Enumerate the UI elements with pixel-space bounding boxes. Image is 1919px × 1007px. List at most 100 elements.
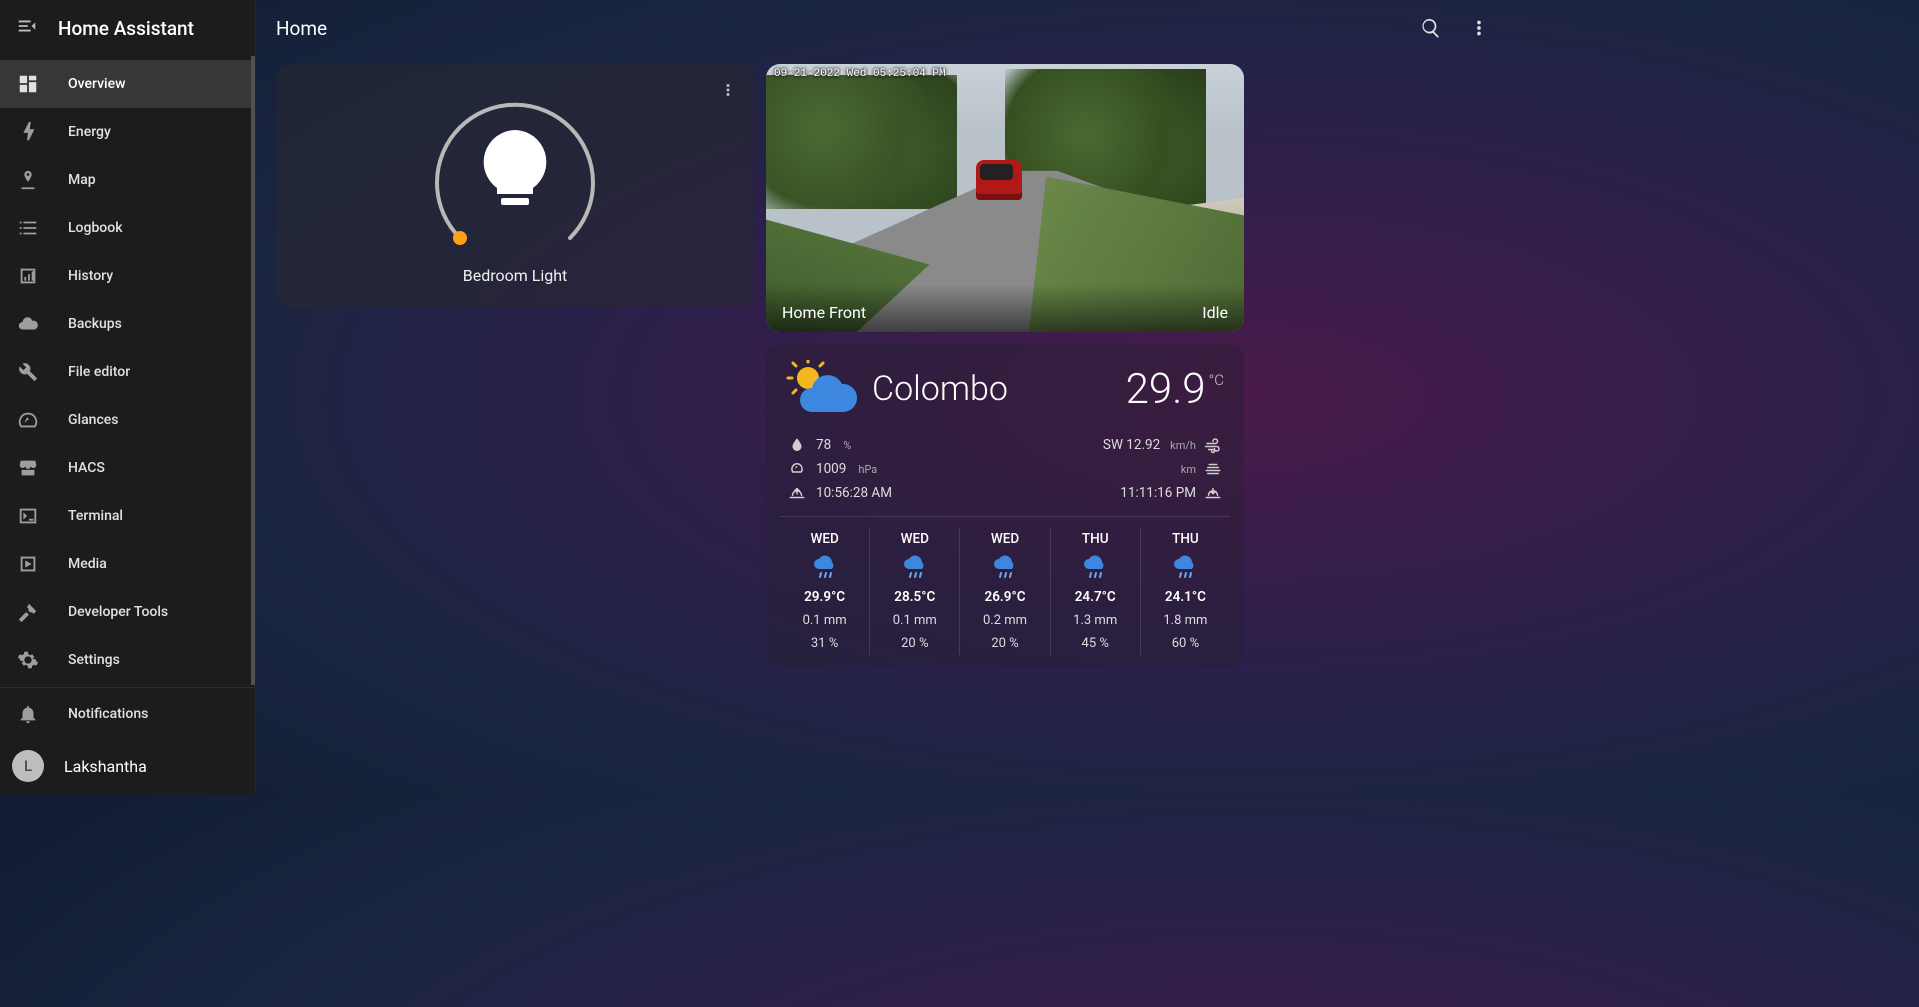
forecast-precip: 0.1 mm	[782, 613, 867, 628]
forecast-humidity: 20 %	[962, 636, 1047, 651]
forecast-precip: 0.2 mm	[962, 613, 1047, 628]
sidebar-item-label: Terminal	[68, 508, 123, 524]
chart-bar-icon	[16, 265, 40, 287]
light-dial[interactable]	[420, 88, 610, 258]
sidebar-item-map[interactable]: Map	[0, 156, 251, 204]
forecast-day: WED 26.9°C 0.2 mm 20 %	[960, 527, 1050, 655]
lightbulb-icon	[484, 130, 547, 205]
weather-wind: SW 12.92km/h	[1015, 436, 1222, 454]
humidity-icon	[788, 436, 806, 454]
forecast-day-name: WED	[962, 531, 1047, 547]
sidebar-item-notifications[interactable]: Notifications	[0, 690, 255, 738]
weather-top: Colombo 29.9 °C	[780, 360, 1230, 432]
list-icon	[16, 217, 40, 239]
sunrise-icon	[788, 484, 806, 502]
sidebar-item-label: HACS	[68, 460, 105, 476]
search-icon	[1420, 17, 1442, 39]
weather-forecast: WED 29.9°C 0.1 mm 31 % WED 28.5°C 0.1 mm…	[780, 516, 1230, 655]
weather-temp: 29.9 °C	[1126, 365, 1224, 414]
forecast-humidity: 20 %	[872, 636, 957, 651]
sidebar-user[interactable]: L Lakshantha	[0, 738, 255, 794]
light-card[interactable]: Bedroom Light	[276, 64, 754, 308]
weather-meta: 78% SW 12.92km/h 1009hPa km	[780, 432, 1230, 516]
sidebar-item-glances[interactable]: Glances	[0, 396, 251, 444]
rainy-icon	[1053, 555, 1138, 581]
rainy-icon	[872, 555, 957, 581]
sidebar-item-file-editor[interactable]: File editor	[0, 348, 251, 396]
sidebar-item-energy[interactable]: Energy	[0, 108, 251, 156]
more-vertical-icon	[1468, 17, 1490, 39]
topbar: Home	[256, 0, 1519, 56]
sidebar-item-terminal[interactable]: Terminal	[0, 492, 251, 540]
dashboard-icon	[16, 73, 40, 95]
sidebar-item-label: Media	[68, 556, 107, 572]
forecast-humidity: 31 %	[782, 636, 867, 651]
sidebar-bottom: Notifications L Lakshantha	[0, 690, 255, 794]
sidebar-item-hacs[interactable]: HACS	[0, 444, 251, 492]
sidebar-collapse-icon[interactable]	[16, 15, 38, 41]
search-button[interactable]	[1411, 8, 1451, 48]
sidebar-item-label: Settings	[68, 652, 120, 668]
forecast-temp: 28.5°C	[872, 589, 957, 605]
sidebar-item-label: Energy	[68, 124, 111, 140]
sidebar-item-overview[interactable]: Overview	[0, 60, 251, 108]
forecast-day-name: THU	[1143, 531, 1228, 547]
camera-overlay: Home Front Idle	[766, 284, 1244, 332]
sunset-icon	[1204, 484, 1222, 502]
user-name: Lakshantha	[64, 757, 147, 776]
sidebar-separator	[0, 687, 255, 688]
forecast-day: WED 28.5°C 0.1 mm 20 %	[870, 527, 960, 655]
weather-card[interactable]: Colombo 29.9 °C 78% SW 12.92km/h	[766, 344, 1244, 667]
sidebar-item-label: Map	[68, 172, 96, 188]
dashboard-col-1: Bedroom Light	[276, 64, 754, 308]
sidebar-item-label: Notifications	[68, 706, 148, 722]
forecast-temp: 26.9°C	[962, 589, 1047, 605]
sidebar-item-developer-tools[interactable]: Developer Tools	[0, 588, 251, 636]
sidebar-item-backups[interactable]: Backups	[0, 300, 251, 348]
forecast-day-name: WED	[782, 531, 867, 547]
store-icon	[16, 457, 40, 479]
weather-humidity: 78%	[788, 436, 995, 454]
sidebar-item-media[interactable]: Media	[0, 540, 251, 588]
map-marker-icon	[16, 169, 40, 191]
camera-timestamp: 09-21-2022 Wed 05:25:04 PM	[774, 68, 946, 80]
sidebar-item-history[interactable]: History	[0, 252, 251, 300]
weather-temp-unit: °C	[1209, 371, 1224, 389]
more-vertical-icon	[719, 81, 737, 99]
forecast-precip: 1.8 mm	[1143, 613, 1228, 628]
sidebar-header: Home Assistant	[0, 0, 255, 56]
sidebar-item-settings[interactable]: Settings	[0, 636, 251, 684]
camera-name: Home Front	[782, 303, 866, 322]
avatar: L	[12, 750, 44, 782]
cloud-icon	[16, 313, 40, 335]
weather-location: Colombo	[872, 369, 1112, 409]
forecast-humidity: 45 %	[1053, 636, 1138, 651]
sidebar-item-label: Glances	[68, 412, 118, 428]
forecast-temp: 29.9°C	[782, 589, 867, 605]
sidebar-item-logbook[interactable]: Logbook	[0, 204, 251, 252]
partly-cloudy-icon	[786, 360, 858, 418]
forecast-day: WED 29.9°C 0.1 mm 31 %	[780, 527, 870, 655]
light-card-label: Bedroom Light	[463, 266, 568, 285]
forecast-day: THU 24.7°C 1.3 mm 45 %	[1051, 527, 1141, 655]
sidebar-item-label: Logbook	[68, 220, 123, 236]
forecast-precip: 0.1 mm	[872, 613, 957, 628]
forecast-humidity: 60 %	[1143, 636, 1228, 651]
sidebar-item-label: Overview	[68, 76, 125, 92]
forecast-temp: 24.7°C	[1053, 589, 1138, 605]
camera-status: Idle	[1202, 303, 1228, 322]
more-button[interactable]	[1459, 8, 1499, 48]
rainy-icon	[782, 555, 867, 581]
wrench-icon	[16, 361, 40, 383]
weather-visibility: km	[1015, 460, 1222, 478]
hammer-icon	[16, 601, 40, 623]
weather-sunset: 11:11:16 PM	[1015, 484, 1222, 502]
sidebar: Home Assistant Overview Energy Map Logbo…	[0, 0, 256, 794]
dashboard-content: Bedroom Light 09-21-2022 Wed 05:25:04 PM	[256, 56, 1519, 794]
weather-pressure: 1009hPa	[788, 460, 995, 478]
sidebar-item-label: File editor	[68, 364, 130, 380]
light-card-more[interactable]	[714, 76, 742, 104]
gauge-icon	[788, 460, 806, 478]
forecast-day-name: WED	[872, 531, 957, 547]
camera-card[interactable]: 09-21-2022 Wed 05:25:04 PM Home Front Id…	[766, 64, 1244, 332]
